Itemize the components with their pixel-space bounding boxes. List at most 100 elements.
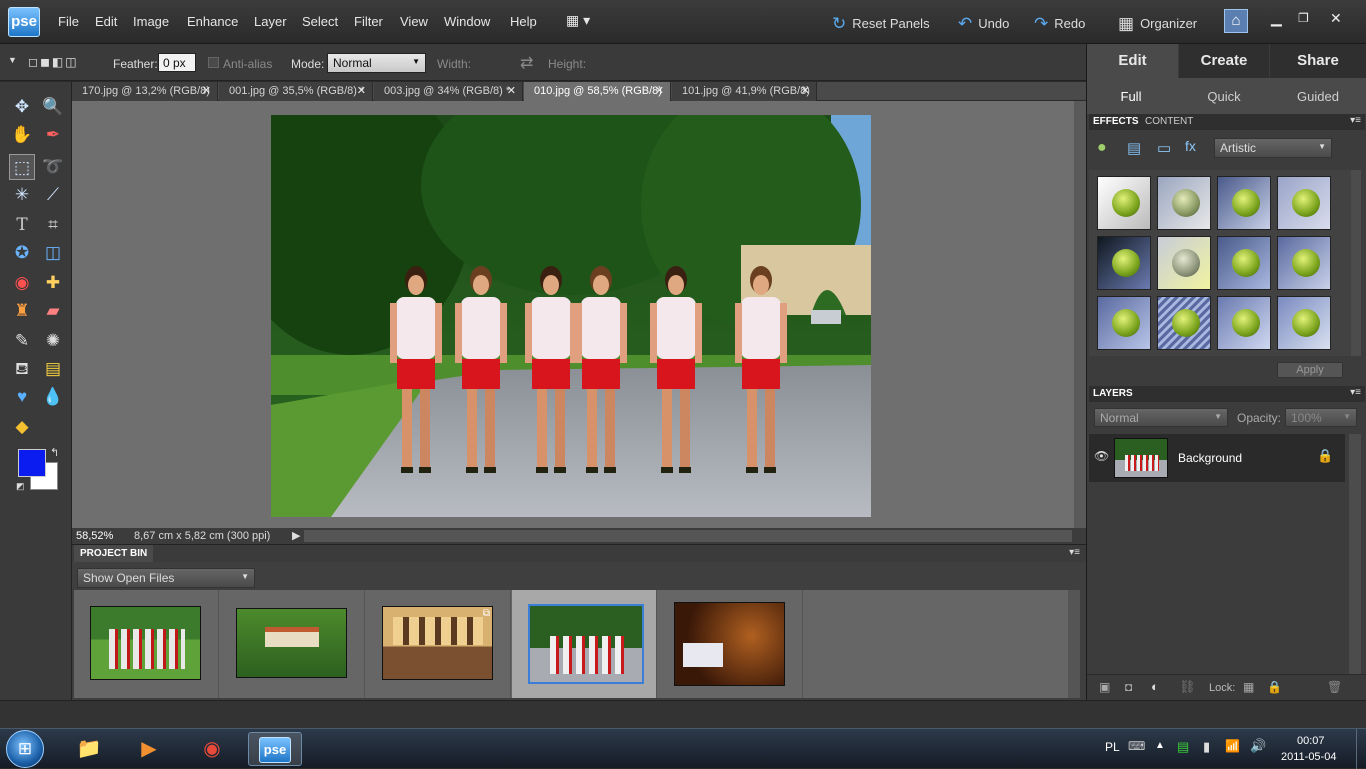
- mode-dropdown[interactable]: Normal: [327, 53, 426, 73]
- menu-edit[interactable]: Edit: [95, 14, 117, 29]
- eraser-tool-icon[interactable]: ▰: [40, 298, 66, 324]
- bin-item[interactable]: [220, 590, 365, 698]
- menu-filter[interactable]: Filter: [354, 14, 383, 29]
- effect-thumbnail[interactable]: [1217, 176, 1271, 230]
- tab-create[interactable]: Create: [1179, 44, 1269, 78]
- redo-button[interactable]: ↷ Redo: [1034, 13, 1085, 33]
- magic-wand-tool-icon[interactable]: ✳: [9, 182, 35, 208]
- bin-item[interactable]: [658, 590, 803, 698]
- sponge-tool-icon[interactable]: ◆: [9, 414, 35, 440]
- opacity-field[interactable]: 100%: [1285, 408, 1357, 427]
- clock-date[interactable]: 2011-05-04: [1281, 751, 1336, 763]
- marquee-tool-icon[interactable]: ⬚: [9, 154, 35, 180]
- canvas-image[interactable]: [271, 115, 871, 517]
- layer-styles-icon[interactable]: ▤: [1127, 139, 1141, 157]
- lock-transparent-icon[interactable]: ▦: [1243, 680, 1254, 694]
- bin-item-selected[interactable]: [512, 590, 657, 698]
- smart-brush-tool-icon[interactable]: ✺: [40, 328, 66, 354]
- close-window-icon[interactable]: ✕: [1330, 10, 1342, 27]
- swap-colors-icon[interactable]: ↰: [50, 446, 59, 459]
- effect-thumbnail[interactable]: [1157, 236, 1211, 290]
- status-menu-arrow-icon[interactable]: ▶: [292, 528, 300, 544]
- organizer-button[interactable]: ▦ Organizer: [1118, 13, 1197, 33]
- effects-category-dropdown[interactable]: Artistic: [1214, 138, 1332, 158]
- effect-thumbnail[interactable]: [1277, 236, 1331, 290]
- tab-full[interactable]: Full: [1087, 82, 1175, 112]
- volume-icon[interactable]: 🔊: [1250, 738, 1266, 754]
- tab-003-jpg[interactable]: 003.jpg @ 34% (RGB/8) * ✕: [374, 82, 523, 101]
- menu-view[interactable]: View: [400, 14, 428, 29]
- tab-001-jpg[interactable]: 001.jpg @ 35,5% (RGB/8) * ✕: [219, 82, 373, 101]
- panel-menu-icon[interactable]: ▾≡: [1069, 547, 1080, 558]
- close-tab-icon[interactable]: ✕: [202, 82, 211, 101]
- close-tab-icon[interactable]: ✕: [357, 82, 366, 101]
- menu-help[interactable]: Help: [510, 14, 537, 29]
- home-icon[interactable]: ⌂: [1224, 9, 1248, 33]
- battery-icon[interactable]: ▮: [1203, 739, 1210, 755]
- type-tool-icon[interactable]: T: [9, 212, 35, 238]
- anti-alias-checkbox[interactable]: [208, 57, 219, 68]
- tab-share[interactable]: Share: [1270, 44, 1366, 78]
- effect-thumbnail[interactable]: [1157, 176, 1211, 230]
- close-tab-icon[interactable]: ✕: [801, 82, 810, 101]
- visibility-eye-icon[interactable]: 👁: [1094, 449, 1109, 463]
- fx-icon[interactable]: fx: [1185, 138, 1196, 154]
- horizontal-scrollbar[interactable]: [304, 530, 1072, 542]
- crop-tool-icon[interactable]: ⌗: [40, 212, 66, 238]
- cookie-cutter-tool-icon[interactable]: ✪: [9, 240, 35, 266]
- hand-tool-icon[interactable]: ✋: [9, 122, 35, 148]
- menu-enhance[interactable]: Enhance: [187, 14, 238, 29]
- brush-tool-icon[interactable]: ✎: [9, 328, 35, 354]
- tab-010-jpg[interactable]: 010.jpg @ 58,5% (RGB/8) ✕: [524, 82, 671, 101]
- zoom-readout[interactable]: 58,52%: [76, 528, 113, 544]
- feather-input[interactable]: 0 px: [158, 53, 196, 72]
- paint-bucket-tool-icon[interactable]: ⛾: [9, 356, 35, 382]
- new-layer-icon[interactable]: ▣: [1099, 680, 1110, 694]
- recompose-tool-icon[interactable]: ◫: [40, 240, 66, 266]
- new-adjustment-layer-icon[interactable]: ◘: [1125, 680, 1132, 694]
- minimize-icon[interactable]: ▁: [1271, 10, 1282, 27]
- zoom-tool-icon[interactable]: 🔍: [40, 94, 66, 120]
- photo-effects-icon[interactable]: ▭: [1157, 139, 1171, 157]
- keyboard-icon[interactable]: ⌨: [1128, 739, 1145, 753]
- chrome-taskbar-icon[interactable]: ◉: [189, 732, 235, 766]
- apply-button[interactable]: Apply: [1277, 362, 1343, 378]
- clone-stamp-tool-icon[interactable]: ♜: [9, 298, 35, 324]
- explorer-taskbar-icon[interactable]: 📁: [66, 732, 112, 766]
- start-button-icon[interactable]: ⊞: [6, 730, 44, 768]
- effect-thumbnail[interactable]: [1097, 296, 1151, 350]
- gradient-tool-icon[interactable]: ▤: [40, 356, 66, 382]
- restore-icon[interactable]: ❐: [1298, 11, 1309, 25]
- red-eye-tool-icon[interactable]: ◉: [9, 270, 35, 296]
- show-desktop-button[interactable]: [1356, 729, 1366, 769]
- menu-image[interactable]: Image: [133, 14, 169, 29]
- panel-menu-icon[interactable]: ▾≡: [1350, 115, 1361, 126]
- tray-app-icon[interactable]: ▤: [1177, 739, 1189, 755]
- lock-all-icon[interactable]: 🔒: [1267, 680, 1282, 694]
- healing-brush-tool-icon[interactable]: ✚: [40, 270, 66, 296]
- tab-170-jpg[interactable]: 170.jpg @ 13,2% (RGB/8) ✕: [72, 82, 218, 101]
- tab-guided[interactable]: Guided: [1270, 82, 1366, 112]
- link-icon[interactable]: ⛓: [1179, 679, 1196, 695]
- blur-tool-icon[interactable]: 💧: [40, 384, 66, 410]
- close-tab-icon[interactable]: ✕: [507, 82, 516, 101]
- foreground-color-swatch[interactable]: [18, 449, 46, 477]
- effect-thumbnail[interactable]: [1277, 296, 1331, 350]
- selection-mode-icons[interactable]: ◻◼◧◫: [28, 55, 94, 71]
- workspace-layout-icon[interactable]: ▦ ▾: [566, 12, 590, 29]
- language-indicator[interactable]: PL: [1105, 740, 1120, 754]
- bin-item[interactable]: [74, 590, 219, 698]
- tab-edit[interactable]: Edit: [1087, 44, 1178, 78]
- layers-scrollbar[interactable]: [1349, 434, 1361, 674]
- effect-thumbnail[interactable]: [1157, 296, 1211, 350]
- effects-scrollbar[interactable]: [1351, 170, 1361, 356]
- panel-menu-icon[interactable]: ▾≡: [1350, 387, 1361, 398]
- effect-thumbnail[interactable]: [1277, 176, 1331, 230]
- layer-mask-icon[interactable]: ◐: [1151, 679, 1159, 694]
- pse-taskbar-icon[interactable]: pse: [248, 732, 302, 766]
- effect-thumbnail[interactable]: [1097, 236, 1151, 290]
- undo-button[interactable]: ↶ Undo: [958, 13, 1009, 33]
- menu-layer[interactable]: Layer: [254, 14, 287, 29]
- vertical-scrollbar[interactable]: [1074, 101, 1086, 529]
- clock-time[interactable]: 00:07: [1297, 735, 1325, 747]
